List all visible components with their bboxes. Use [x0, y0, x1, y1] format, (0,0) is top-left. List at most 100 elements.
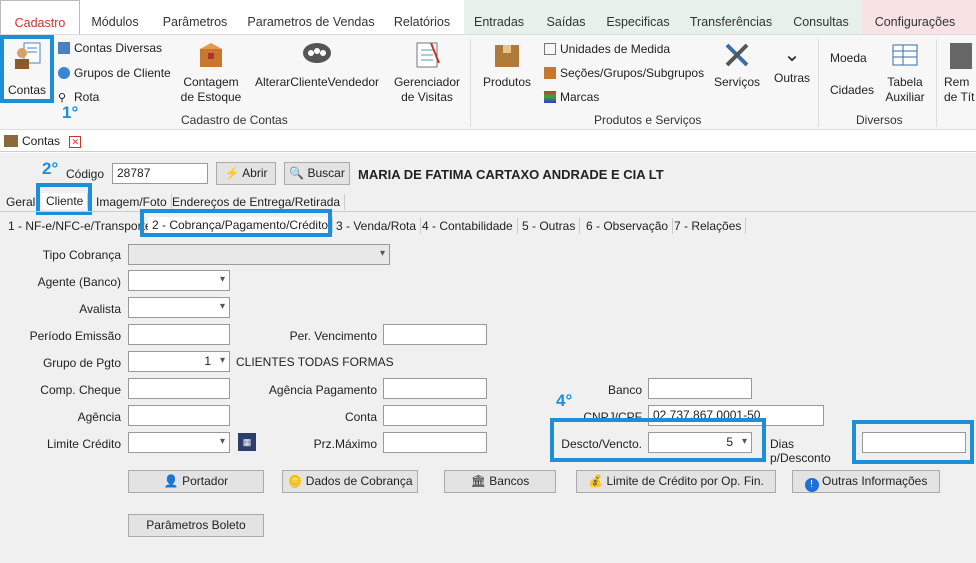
subtab-nfe-transporte[interactable]: 1 - NF-e/NFC-e/Transporte: [4, 218, 157, 234]
users-icon: [58, 67, 70, 79]
menu-tab-especificas[interactable]: Especificas: [602, 0, 674, 34]
secoes-grupos-button[interactable]: Seções/Grupos/Subgrupos: [544, 66, 704, 80]
menu-tab-relatorios[interactable]: Relatórios: [388, 0, 456, 34]
per-vencimento-label: Per. Vencimento: [289, 329, 377, 343]
comp-cheque-input[interactable]: [128, 378, 230, 399]
outras-button[interactable]: ⌄ Outras: [770, 39, 814, 86]
comp-cheque-label: Comp. Cheque: [40, 383, 121, 397]
group-label-produtos: Produtos e Serviços: [594, 113, 702, 127]
close-icon[interactable]: ✕: [69, 136, 82, 148]
tab-enderecos-entrega[interactable]: Endereços de Entrega/Retirada: [168, 194, 346, 210]
outras-informacoes-button[interactable]: ! Outras Informações: [792, 470, 940, 493]
person-icon: 👤: [163, 474, 179, 488]
contagem-estoque-button[interactable]: Contagem de Estoque: [178, 39, 244, 105]
grupos-cliente-button[interactable]: Grupos de Cliente: [58, 66, 171, 80]
bancos-button[interactable]: 🏛 Bancos: [444, 470, 556, 493]
outras-label: Outras: [773, 71, 810, 85]
produtos-button[interactable]: Produtos: [478, 39, 536, 90]
subtab-outras[interactable]: 5 - Outras: [518, 218, 581, 234]
subtab-relacoes[interactable]: 7 - Relações: [670, 218, 747, 234]
alterar-cliente-vendedor-button[interactable]: AlterarClienteVendedor: [254, 39, 380, 90]
grupo-pgto-select[interactable]: 1 ▾: [128, 351, 230, 372]
avalista-label: Avalista: [79, 302, 121, 316]
servicos-button[interactable]: Serviços: [712, 39, 762, 90]
remessa-titulos-button[interactable]: Rem de Tít: [944, 39, 976, 105]
dados-cobranca-button[interactable]: 🪙 Dados de Cobrança: [282, 470, 418, 493]
menu-tab-parametros-vendas[interactable]: Parametros de Vendas: [244, 0, 378, 34]
chevron-down-icon: ▾: [219, 436, 225, 447]
subtab-contabilidade[interactable]: 4 - Contabilidade: [418, 218, 518, 234]
portador-label: Portador: [182, 474, 229, 488]
agente-banco-label: Agente (Banco): [37, 275, 121, 289]
abrir-button[interactable]: ⚡ Abrir: [216, 162, 276, 185]
moeda-button[interactable]: Moeda: [830, 51, 867, 65]
periodo-emissao-input[interactable]: [128, 324, 230, 345]
table-icon: [892, 44, 918, 66]
prz-maximo-label: Prz.Máximo: [313, 437, 377, 451]
menu-tab-entradas[interactable]: Entradas: [470, 0, 528, 34]
user-icon: [4, 135, 18, 147]
annotation-2: 2°: [42, 159, 59, 178]
money-icon: 💰: [588, 474, 604, 488]
menu-tab-consultas[interactable]: Consultas: [788, 0, 854, 34]
group-label-cadastro: Cadastro de Contas: [181, 113, 288, 127]
codigo-input[interactable]: 28787: [112, 163, 208, 184]
buscar-button[interactable]: 🔍 Buscar: [284, 162, 350, 185]
per-vencimento-input[interactable]: [383, 324, 487, 345]
unidades-label: Unidades de Medida: [560, 42, 671, 56]
document-tab-label: Contas: [22, 134, 61, 148]
unidades-medida-button[interactable]: Unidades de Medida: [544, 42, 670, 56]
tipo-cobranca-select[interactable]: ▾: [128, 244, 390, 265]
ribbon-separator: [818, 39, 819, 127]
menu-tab-configuracoes[interactable]: Configurações: [870, 0, 960, 34]
limite-credito-op-button[interactable]: 💰 Limite de Crédito por Op. Fin.: [576, 470, 776, 493]
banco-input[interactable]: [648, 378, 752, 399]
menu-tab-cadastro[interactable]: Cadastro: [0, 0, 80, 35]
contagem-label-1: Contagem: [183, 75, 239, 89]
highlight-contas: [0, 35, 54, 103]
subtab-observacao[interactable]: 6 - Observação: [582, 218, 674, 234]
ribbon-separator: [936, 39, 937, 127]
menu-tab-transferencias[interactable]: Transferências: [686, 0, 776, 34]
group-label-diversos: Diversos: [856, 113, 903, 127]
tab-imagem-foto[interactable]: Imagem/Foto: [92, 194, 172, 210]
parametros-boleto-button[interactable]: Parâmetros Boleto: [128, 514, 264, 537]
rota-button[interactable]: ⚲ Rota: [58, 90, 99, 104]
menu-bar: Cadastro Módulos Parâmetros Parametros d…: [0, 0, 976, 35]
limite-credito-select[interactable]: ▾: [128, 432, 230, 453]
menu-tab-saidas[interactable]: Saídas: [542, 0, 590, 34]
agencia-pagamento-label: Agência Pagamento: [268, 383, 377, 397]
tab-geral[interactable]: Geral: [2, 194, 41, 210]
boxes-icon: [544, 67, 556, 79]
document-icon: [950, 43, 972, 69]
tabela-auxiliar-button[interactable]: Tabela Auxiliar: [880, 39, 930, 105]
bank-icon: 🏛: [470, 474, 486, 488]
agencia-pagamento-input[interactable]: [383, 378, 487, 399]
grupo-pgto-description: CLIENTES TODAS FORMAS: [236, 355, 394, 369]
servicos-label: Serviços: [713, 75, 760, 89]
route-icon: ⚲: [58, 92, 67, 104]
marcas-button[interactable]: Marcas: [544, 90, 599, 104]
gerenciador-visitas-button[interactable]: Gerenciador de Visitas: [390, 39, 464, 105]
document-tab-contas[interactable]: Contas ✕: [4, 132, 82, 150]
cidades-button[interactable]: Cidades: [830, 83, 874, 97]
ruler-icon: [544, 43, 556, 55]
form-panel: 2° Código 28787 ⚡ Abrir 🔍 Buscar MARIA D…: [0, 153, 976, 563]
rem-label-2: de Tít: [944, 90, 975, 104]
menu-tab-parametros[interactable]: Parâmetros: [158, 0, 232, 34]
portador-button[interactable]: 👤 Portador: [128, 470, 264, 493]
contas-diversas-button[interactable]: Contas Diversas: [58, 41, 162, 55]
limite-credito-label: Limite Crédito: [46, 437, 121, 451]
highlight-descto: [550, 418, 766, 462]
conta-input[interactable]: [383, 405, 487, 426]
menu-tab-modulos[interactable]: Módulos: [82, 0, 148, 34]
agente-banco-select[interactable]: ▾: [128, 270, 230, 291]
avalista-select[interactable]: ▾: [128, 297, 230, 318]
dados-cobranca-label: Dados de Cobrança: [305, 474, 413, 488]
subtab-venda-rota[interactable]: 3 - Venda/Rota: [332, 218, 422, 234]
grupo-pgto-value: 1: [204, 354, 211, 368]
agencia-input[interactable]: [128, 405, 230, 426]
prz-maximo-input[interactable]: [383, 432, 487, 453]
rota-label: Rota: [74, 90, 100, 104]
tipo-cobranca-label: Tipo Cobrança: [42, 248, 121, 262]
